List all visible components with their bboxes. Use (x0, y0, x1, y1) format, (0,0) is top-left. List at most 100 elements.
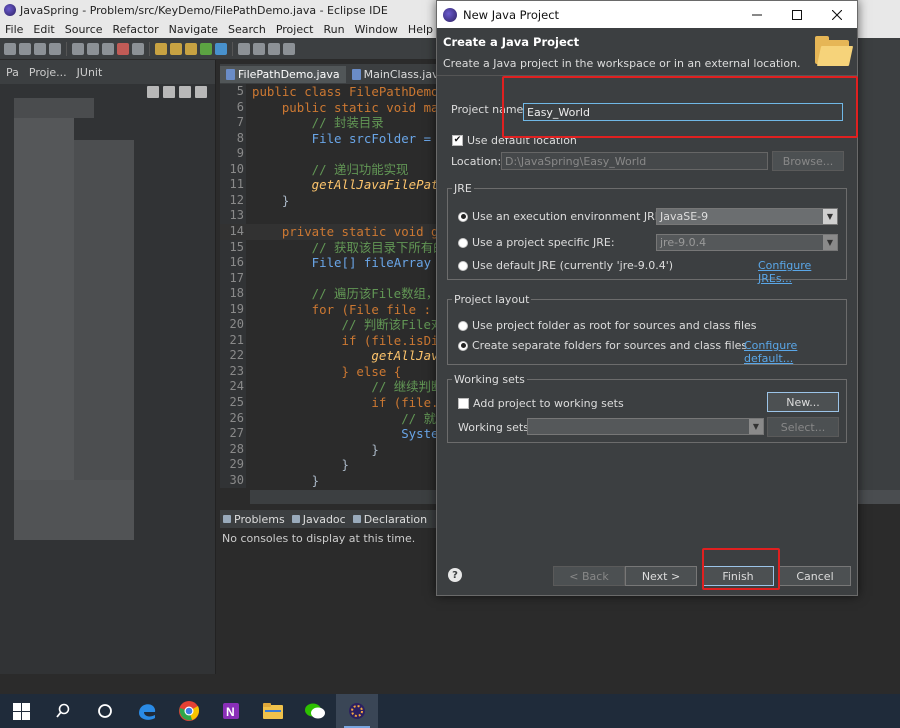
link-editor-icon[interactable] (163, 86, 175, 98)
save-icon[interactable] (19, 42, 31, 55)
finish-button[interactable]: Finish (702, 566, 774, 586)
show-whitespace-icon[interactable] (283, 42, 295, 55)
annotation-icon[interactable] (268, 42, 280, 55)
location-input[interactable] (501, 152, 768, 170)
working-sets-select[interactable]: ▼ (527, 418, 764, 435)
back-button[interactable]: < Back (553, 566, 625, 586)
project-layout-legend: Project layout (452, 293, 532, 306)
debug-icon[interactable] (72, 42, 84, 55)
taskbar-chrome[interactable] (168, 694, 210, 728)
resume-icon[interactable] (102, 42, 114, 55)
jre-default-radio[interactable] (458, 260, 468, 271)
stop-icon[interactable] (117, 42, 129, 55)
step-return-icon[interactable] (185, 42, 197, 55)
line-number: 14 (229, 223, 244, 238)
dialog-header-title: Create a Java Project (443, 35, 580, 49)
menu-help[interactable]: Help (403, 23, 438, 36)
taskbar-edge[interactable] (126, 694, 168, 728)
taskbar-eclipse[interactable] (336, 694, 378, 728)
print-icon[interactable] (49, 42, 61, 55)
dialog-header: Create a Java Project Create a Java proj… (437, 28, 857, 76)
working-sets-legend: Working sets (452, 373, 527, 386)
configure-jres-link[interactable]: Configure JREs... (758, 259, 846, 285)
maximize-button[interactable] (777, 1, 817, 28)
step-over-icon[interactable] (170, 42, 182, 55)
menu-navigate[interactable]: Navigate (164, 23, 223, 36)
search-icon[interactable] (253, 42, 265, 55)
start-button[interactable] (0, 694, 42, 728)
tab-project-explorer[interactable]: Proje... (27, 64, 69, 81)
jre-specific-radio[interactable] (458, 237, 468, 248)
menu-project[interactable]: Project (271, 23, 319, 36)
code-editor[interactable]: 5 public class FilePathDemo 6 public stati… (220, 84, 436, 488)
tab-problems[interactable]: Problems (223, 513, 289, 526)
code-line: 17 (220, 271, 436, 287)
menu-refactor[interactable]: Refactor (108, 23, 164, 36)
editor-scrollbar-right[interactable] (858, 490, 900, 504)
editor-tabs: FilePathDemo.java MainClass.java (220, 64, 445, 84)
configure-default-link[interactable]: Configure default... (744, 339, 846, 365)
menu-source[interactable]: Source (60, 23, 108, 36)
menu-file[interactable]: File (0, 23, 28, 36)
code-line: 5 public class FilePathDemo (220, 84, 436, 100)
new-icon[interactable] (4, 42, 16, 55)
code-line: 21 if (file.isDi (220, 333, 436, 349)
line-number: 17 (229, 270, 244, 285)
execution-environment-select[interactable]: JavaSE-9 ▼ (656, 208, 838, 225)
select-working-sets-button[interactable]: Select... (767, 417, 839, 437)
menu-window[interactable]: Window (350, 23, 403, 36)
coverage-icon[interactable] (215, 42, 227, 55)
project-name-label: Project name: (451, 103, 528, 116)
close-button[interactable] (817, 1, 857, 28)
tab-junit[interactable]: JUnit (75, 64, 105, 81)
tab-package-explorer[interactable]: Pa (4, 64, 21, 81)
browse-button[interactable]: Browse... (772, 151, 844, 171)
layout-root-radio[interactable] (458, 320, 468, 331)
taskbar-search[interactable] (42, 694, 84, 728)
tab-javadoc[interactable]: Javadoc (291, 513, 350, 526)
next-label: Next > (641, 569, 681, 583)
skip-icon[interactable] (87, 42, 99, 55)
layout-separate-radio[interactable] (458, 340, 468, 351)
code-text: // 就 (252, 410, 436, 426)
run-icon[interactable] (200, 42, 212, 55)
use-default-location-checkbox[interactable]: ✔ (452, 135, 463, 146)
code-line: 8 File srcFolder = (220, 131, 436, 147)
taskbar-onenote[interactable]: N (210, 694, 252, 728)
project-name-input[interactable] (523, 103, 843, 121)
tab-declaration[interactable]: Declaration (352, 513, 431, 526)
project-specific-jre-select[interactable]: jre-9.0.4 ▼ (656, 234, 838, 251)
jre-env-radio[interactable] (458, 211, 468, 222)
collapse-all-icon[interactable] (147, 86, 159, 98)
next-button[interactable]: Next > (625, 566, 697, 586)
code-text: Syste (252, 426, 436, 442)
jre-legend: JRE (452, 182, 474, 195)
location-row: Location: (451, 155, 501, 168)
taskbar-file-explorer[interactable] (252, 694, 294, 728)
working-sets-group: Working sets Add project to working sets… (447, 373, 847, 443)
taskbar-wechat[interactable] (294, 694, 336, 728)
step-icon[interactable] (132, 42, 144, 55)
code-text: public class FilePathDemo (252, 84, 436, 99)
menu-edit[interactable]: Edit (28, 23, 59, 36)
step-into-icon[interactable] (155, 42, 167, 55)
editor-horizontal-scrollbar[interactable] (250, 490, 436, 504)
editor-tab-filepathdemo[interactable]: FilePathDemo.java (220, 65, 346, 83)
help-icon[interactable]: ? (448, 568, 462, 582)
save-all-icon[interactable] (34, 42, 46, 55)
task-view-button[interactable] (84, 694, 126, 728)
minimize-icon[interactable] (195, 86, 207, 98)
menu-run[interactable]: Run (318, 23, 349, 36)
add-to-working-sets-checkbox[interactable] (458, 398, 469, 409)
wechat-icon (305, 703, 325, 719)
menu-search[interactable]: Search (223, 23, 271, 36)
minimize-button[interactable] (737, 1, 777, 28)
cancel-button[interactable]: Cancel (779, 566, 851, 586)
view-menu-icon[interactable] (179, 86, 191, 98)
console-view: No consoles to display at this time. (220, 528, 436, 674)
search-icon (56, 703, 70, 718)
code-line: 11 getAllJavaFilePat (220, 177, 436, 193)
new-working-set-button[interactable]: New... (767, 392, 839, 412)
open-type-icon[interactable] (238, 42, 250, 55)
jre-specific-label: Use a project specific JRE: (472, 236, 615, 249)
